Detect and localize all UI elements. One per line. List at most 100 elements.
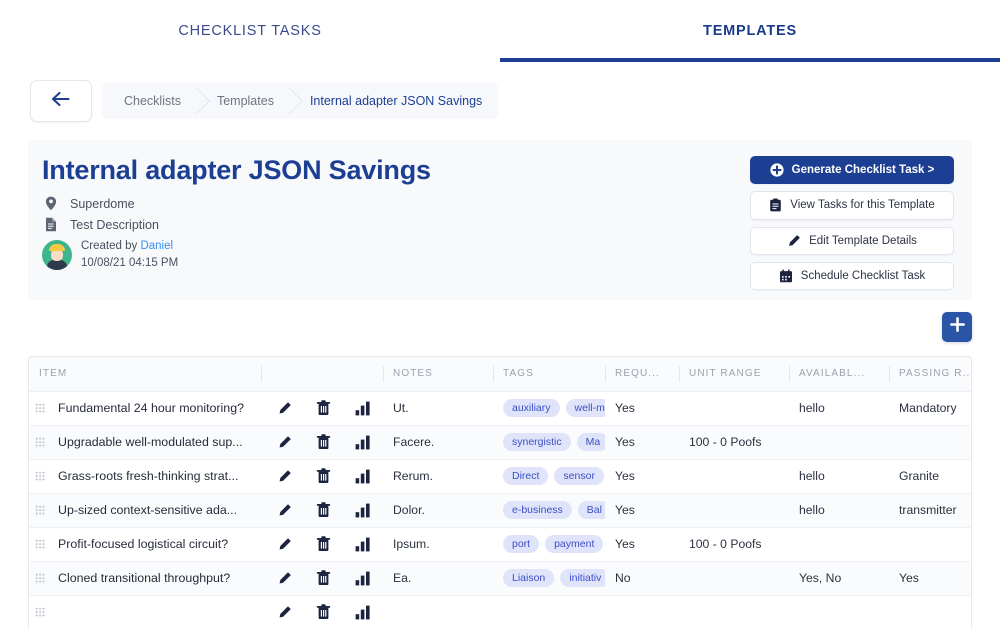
column-header-actions — [261, 357, 383, 392]
pencil-icon[interactable] — [277, 537, 292, 552]
cell-notes: Rerum. — [393, 469, 433, 483]
creator-link[interactable]: Daniel — [140, 240, 173, 252]
pencil-icon[interactable] — [277, 401, 292, 416]
cell-item: Upgradable well-modulated sup... — [29, 425, 261, 459]
view-tasks-button[interactable]: View Tasks for this Template — [750, 191, 954, 220]
cell-notes — [383, 595, 493, 628]
cell-tags: Liaison initiativ — [493, 561, 605, 595]
trash-icon[interactable] — [316, 400, 331, 416]
edit-template-details-button[interactable]: Edit Template Details — [750, 226, 954, 255]
tag-chip[interactable]: auxiliary — [503, 399, 560, 417]
cell-passing — [889, 425, 971, 459]
pencil-icon — [787, 234, 801, 248]
bar-chart-icon[interactable] — [355, 469, 371, 484]
column-header-passing[interactable]: PASSING R... — [889, 357, 971, 392]
item-label: Fundamental 24 hour monitoring? — [58, 401, 244, 415]
cell-notes: Ipsum. — [393, 537, 430, 551]
add-row — [0, 300, 1000, 342]
table-row[interactable]: Upgradable well-modulated sup... Facere. s… — [29, 425, 971, 459]
column-header-unit-range[interactable]: UNIT RANGE — [679, 357, 789, 392]
pencil-icon[interactable] — [277, 469, 292, 484]
trash-icon[interactable] — [316, 604, 331, 620]
add-item-button[interactable] — [942, 312, 972, 342]
button-label: Schedule Checklist Task — [800, 269, 926, 282]
bar-chart-icon[interactable] — [355, 401, 371, 416]
drag-handle[interactable] — [35, 538, 46, 550]
cell-available: Yes, No — [799, 571, 842, 585]
table-row[interactable] — [29, 595, 971, 628]
cell-tags: e-business Bal — [493, 493, 605, 527]
tab-templates[interactable]: TEMPLATES — [500, 0, 1000, 62]
created-timestamp: 10/08/21 04:15 PM — [81, 257, 179, 270]
breadcrumb-item-current[interactable]: Internal adapter JSON Savings — [290, 83, 498, 119]
map-pin-icon — [42, 196, 60, 211]
tag-chip[interactable]: e-business — [503, 501, 572, 519]
cell-unit-range — [679, 459, 789, 493]
drag-handle[interactable] — [35, 402, 46, 414]
button-label: View Tasks for this Template — [790, 199, 935, 212]
back-button[interactable] — [30, 80, 92, 122]
bar-chart-icon[interactable] — [355, 605, 371, 620]
cell-required: Yes — [615, 537, 635, 551]
tag-chip[interactable]: synergistic — [503, 433, 571, 451]
pencil-icon[interactable] — [277, 503, 292, 518]
tag-chip[interactable]: Ma — [576, 433, 605, 451]
trash-icon[interactable] — [316, 434, 331, 450]
tag-chip[interactable]: port — [503, 535, 540, 553]
drag-handle[interactable] — [35, 606, 46, 618]
trash-icon[interactable] — [316, 468, 331, 484]
cell-available — [789, 595, 889, 628]
table-row[interactable]: Profit-focused logistical circuit? Ipsum.… — [29, 527, 971, 561]
tag-chip[interactable]: Direct — [503, 467, 549, 485]
tag-chip[interactable]: well-m — [565, 399, 605, 417]
bar-chart-icon[interactable] — [355, 537, 371, 552]
tag-chip[interactable]: sensor — [554, 467, 604, 485]
document-icon — [42, 217, 60, 232]
column-header-tags[interactable]: TAGS — [493, 357, 605, 392]
bar-chart-icon[interactable] — [355, 571, 371, 586]
generate-checklist-task-button[interactable]: Generate Checklist Task > — [750, 156, 954, 185]
tab-checklist-tasks[interactable]: CHECKLIST TASKS — [0, 0, 500, 62]
tag-chip[interactable]: initiativ — [560, 569, 605, 587]
cell-required: Yes — [615, 469, 635, 483]
drag-handle[interactable] — [35, 572, 46, 584]
table-row[interactable]: Grass-roots fresh-thinking strat... Rerum… — [29, 459, 971, 493]
bar-chart-icon[interactable] — [355, 435, 371, 450]
cell-notes: Facere. — [393, 435, 435, 449]
trash-icon[interactable] — [316, 570, 331, 586]
pencil-icon[interactable] — [277, 571, 292, 586]
cell-available: hello — [799, 503, 825, 517]
trash-icon[interactable] — [316, 536, 331, 552]
bar-chart-icon[interactable] — [355, 503, 371, 518]
column-header-available[interactable]: AVAILABL... — [789, 357, 889, 392]
drag-handle[interactable] — [35, 470, 46, 482]
breadcrumb-label: Internal adapter JSON Savings — [309, 94, 483, 108]
drag-handle[interactable] — [35, 436, 46, 448]
cell-passing: Yes — [899, 571, 919, 585]
calendar-icon — [779, 269, 793, 283]
tab-bar: CHECKLIST TASKS TEMPLATES — [0, 0, 1000, 62]
breadcrumb-item-templates[interactable]: Templates — [197, 83, 290, 119]
tag-chip[interactable]: payment — [545, 535, 604, 553]
cell-unit-range — [679, 493, 789, 527]
creator-row: Created by Daniel 10/08/21 04:15 PM — [42, 238, 431, 271]
cell-passing — [889, 527, 971, 561]
breadcrumb-item-checklists[interactable]: Checklists — [102, 83, 197, 119]
template-actions: Generate Checklist Task > View Tasks for… — [750, 154, 954, 290]
pencil-icon[interactable] — [277, 435, 292, 450]
column-header-required[interactable]: REQU... — [605, 357, 679, 392]
table-row[interactable]: Up-sized context-sensitive ada... Dolor. e… — [29, 493, 971, 527]
schedule-checklist-task-button[interactable]: Schedule Checklist Task — [750, 261, 954, 290]
location-text: Superdome — [70, 196, 135, 211]
drag-handle[interactable] — [35, 504, 46, 516]
cell-notes: Ut. — [393, 401, 409, 415]
pencil-icon[interactable] — [277, 605, 292, 620]
column-header-item[interactable]: ITEM — [29, 357, 261, 392]
tag-chip[interactable]: Liaison — [503, 569, 555, 587]
table-row[interactable]: Cloned transitional throughput? Ea. Liaiso… — [29, 561, 971, 595]
tag-chip[interactable]: Bal — [577, 501, 605, 519]
trash-icon[interactable] — [316, 502, 331, 518]
cell-actions — [261, 493, 383, 527]
column-header-notes[interactable]: NOTES — [383, 357, 493, 392]
table-row[interactable]: Fundamental 24 hour monitoring? Ut. auxili… — [29, 391, 971, 425]
